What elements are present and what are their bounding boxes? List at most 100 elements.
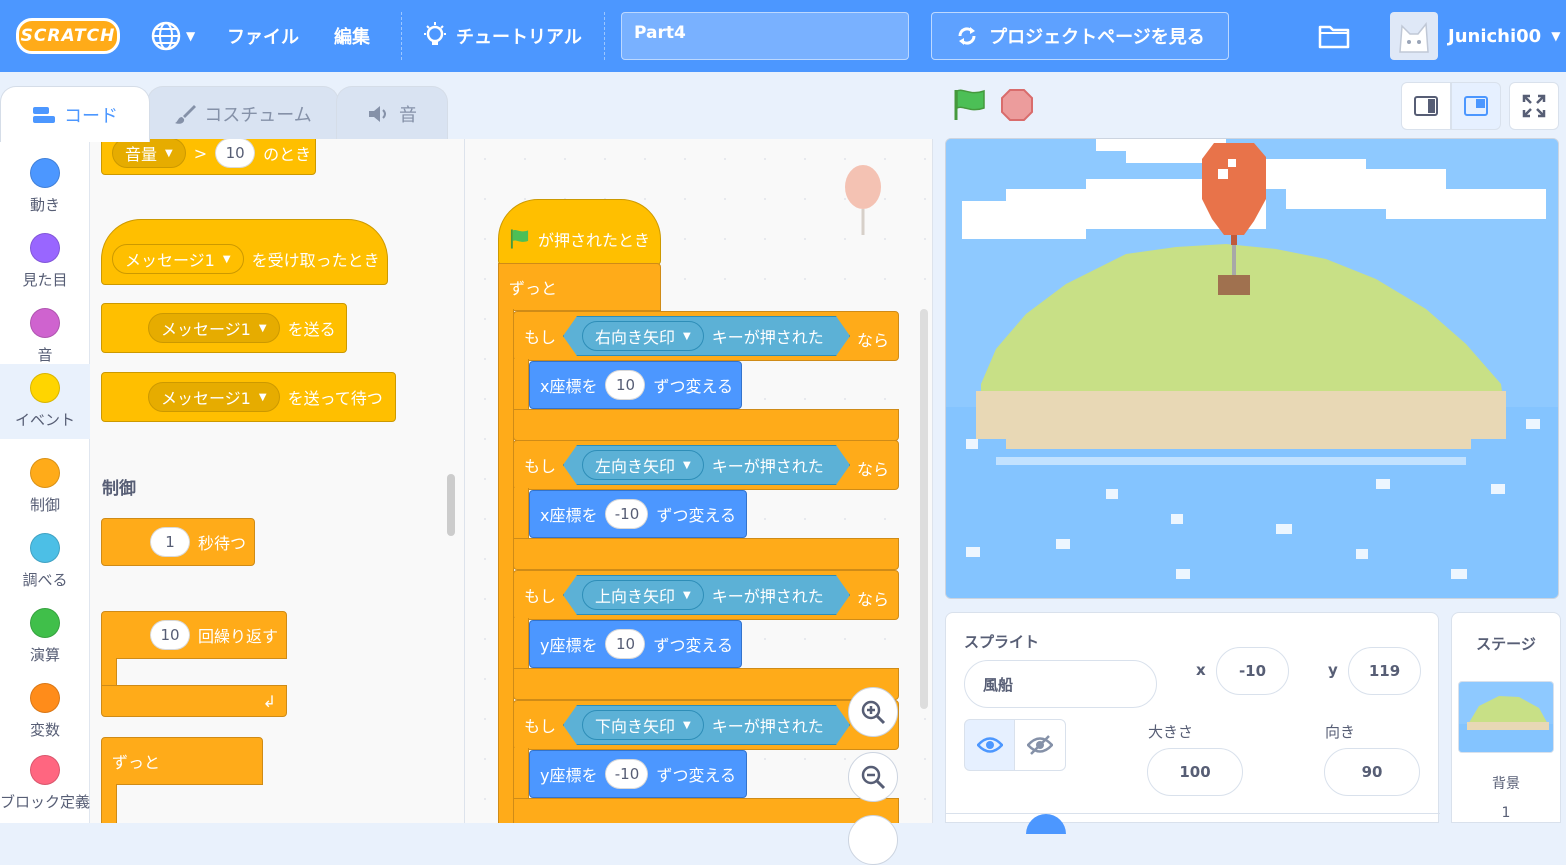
when-flag-clicked-block[interactable]: が押されたとき [498, 199, 661, 265]
category-sound[interactable]: 音 [0, 299, 90, 374]
sprite-name-input[interactable]: 風船 [964, 660, 1157, 708]
change-value-input[interactable]: 10 [605, 370, 646, 400]
block-label: ずつ変える [656, 506, 736, 525]
key-pressed-block[interactable]: 左向き矢印 ▼ キーが押された [563, 445, 850, 485]
category-control[interactable]: 制御 [0, 449, 90, 524]
tutorials-button[interactable]: チュートリアル [422, 0, 582, 72]
dropdown-value: 音量 [125, 145, 158, 164]
zoom-out-button[interactable] [848, 752, 898, 802]
category-dot [30, 458, 60, 488]
workspace-scrollbar[interactable] [920, 309, 928, 709]
avatar[interactable] [1390, 12, 1438, 60]
if-arm [513, 748, 529, 800]
wait-seconds-input[interactable]: 1 [150, 527, 190, 557]
category-label: 調べる [22, 571, 68, 589]
see-project-page-button[interactable]: プロジェクトページを見る [931, 12, 1229, 60]
globe-icon [151, 21, 181, 51]
key-dropdown[interactable]: 上向き矢印 ▼ [582, 580, 704, 610]
caret-down-icon: ▼ [683, 330, 691, 342]
scratch-logo[interactable]: SCRATCH [16, 18, 120, 54]
menu-divider [604, 12, 605, 60]
block-label: キーが押された [711, 328, 824, 347]
caret-down-icon: ▼ [186, 29, 196, 43]
forever-block[interactable]: ずっと [101, 737, 263, 785]
y-label: y [1328, 661, 1338, 679]
large-stage-button[interactable] [1451, 82, 1501, 130]
tab-code[interactable]: コード [0, 86, 150, 142]
category-label: 変数 [29, 721, 60, 739]
tab-sounds[interactable]: 音 [336, 86, 448, 140]
broadcast-and-wait-block[interactable]: メッセージ1 ▼ を送って待つ [101, 372, 396, 422]
fullscreen-button[interactable] [1509, 82, 1559, 130]
y-position-input[interactable]: 119 [1348, 647, 1421, 695]
change-value-input[interactable]: -10 [605, 499, 649, 529]
backdrop-label: 背景 [1492, 776, 1520, 792]
message-dropdown[interactable]: メッセージ1 ▼ [148, 382, 280, 412]
forever-block[interactable]: ずっと [498, 263, 661, 311]
repeat-block[interactable]: 10 回繰り返す [101, 611, 287, 659]
small-stage-button[interactable] [1401, 82, 1451, 130]
category-motion[interactable]: 動き [0, 149, 90, 224]
my-stuff-button[interactable] [1318, 0, 1350, 72]
key-pressed-block[interactable]: 下向き矢印 ▼ キーが押された [563, 705, 850, 745]
sprite-thumbnail-selected[interactable] [1026, 814, 1066, 834]
tab-costumes[interactable]: コスチューム [147, 86, 339, 140]
green-flag-icon[interactable] [952, 88, 988, 122]
direction-input[interactable]: 90 [1324, 748, 1420, 796]
zoom-in-button[interactable] [848, 687, 898, 737]
stage-canvas[interactable] [945, 138, 1559, 599]
key-pressed-block[interactable]: 右向き矢印 ▼ キーが押された [563, 316, 850, 356]
project-title-input[interactable]: Part4 [621, 12, 909, 60]
repeat-count-input[interactable]: 10 [150, 620, 190, 650]
caret-down-icon: ▼ [683, 719, 691, 731]
show-sprite-button[interactable] [964, 719, 1015, 771]
category-events[interactable]: イベント [0, 364, 90, 439]
size-input[interactable]: 100 [1147, 748, 1243, 796]
file-menu[interactable]: ファイル [227, 0, 299, 72]
change-value-input[interactable]: 10 [605, 629, 646, 659]
stage-panel-title: ステージ [1476, 635, 1536, 653]
wait-block[interactable]: 1 秒待つ [101, 518, 255, 566]
key-dropdown[interactable]: 下向き矢印 ▼ [582, 710, 704, 740]
backdrop-count: 1 [1501, 805, 1511, 821]
category-operators[interactable]: 演算 [0, 599, 90, 674]
change-x-block[interactable]: x座標を 10 ずつ変える [529, 361, 742, 409]
when-receive-block[interactable]: メッセージ1 ▼ を受け取ったとき [101, 219, 388, 285]
change-value-input[interactable]: -10 [605, 759, 649, 789]
x-position-input[interactable]: -10 [1216, 647, 1289, 695]
category-looks[interactable]: 見た目 [0, 224, 90, 299]
broadcast-block[interactable]: メッセージ1 ▼ を送る [101, 303, 347, 353]
key-dropdown[interactable]: 右向き矢印 ▼ [582, 321, 704, 351]
stage-target-panel[interactable]: ステージ 背景 1 [1451, 612, 1561, 823]
category-sensing[interactable]: 調べる [0, 524, 90, 599]
tab-code-label: コード [64, 105, 118, 127]
account-menu[interactable]: Junichi00 ▼ [1448, 0, 1560, 72]
hide-sprite-button[interactable] [1014, 719, 1066, 771]
palette-scrollbar[interactable] [447, 474, 455, 536]
loudness-value-input[interactable]: 10 [215, 139, 256, 168]
large-stage-icon [1464, 96, 1488, 116]
language-menu[interactable]: ▼ [150, 0, 195, 72]
category-label: イベント [14, 411, 75, 429]
loudness-dropdown[interactable]: 音量 ▼ [112, 139, 186, 168]
if-bottom [513, 668, 899, 700]
message-dropdown[interactable]: メッセージ1 ▼ [148, 313, 280, 343]
category-variables[interactable]: 変数 [0, 674, 90, 749]
block-label: を送って待つ [287, 389, 383, 408]
edit-menu[interactable]: 編集 [334, 0, 370, 72]
operator-label: > [193, 143, 208, 163]
when-loudness-block[interactable]: 音量 ▼ > 10 のとき [101, 139, 316, 175]
message-dropdown[interactable]: メッセージ1 ▼ [112, 244, 244, 274]
key-dropdown[interactable]: 左向き矢印 ▼ [582, 450, 704, 480]
caret-down-icon: ▼ [222, 253, 231, 265]
category-dot [30, 158, 60, 188]
change-y-block[interactable]: y座標を 10 ずつ変える [529, 620, 742, 668]
change-y-block[interactable]: y座標を -10 ずつ変える [529, 750, 747, 798]
stage-thumbnail[interactable] [1458, 681, 1554, 753]
sprite-info-panel: スプライト 風船 x -10 y 119 大きさ 100 向き 90 [945, 612, 1440, 834]
stop-icon[interactable] [1000, 88, 1034, 122]
key-pressed-block[interactable]: 上向き矢印 ▼ キーが押された [563, 575, 850, 615]
category-my-blocks[interactable]: ブロック定義 [0, 747, 90, 822]
change-x-block[interactable]: x座標を -10 ずつ変える [529, 490, 747, 538]
zoom-out-icon [861, 765, 886, 790]
